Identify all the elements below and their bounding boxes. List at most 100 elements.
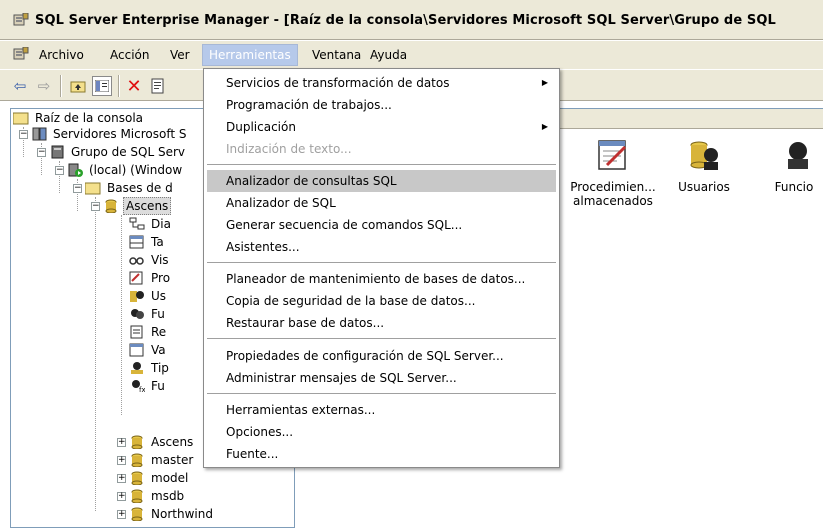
tree-item-label: Ta [151,235,164,249]
expand-toggle[interactable]: + [117,438,126,447]
default-icon [129,343,144,357]
item-stored-procedures[interactable]: Procedimien... almacenados [568,137,658,208]
tree-item-functions[interactable]: fx Fu [129,377,167,395]
menuitem-label: Administrar mensajes de SQL Server... [226,371,457,385]
collapse-toggle[interactable]: − [73,184,82,193]
server-running-icon [68,163,83,177]
tree-item-local-server[interactable]: (local) (Window [67,161,184,179]
forward-arrow-icon[interactable]: ⇨ [34,76,54,96]
menuitem-external-tools[interactable]: Herramientas externas... [207,399,556,421]
function-icon: fx [132,380,145,393]
back-arrow-icon[interactable]: ⇦ [10,76,30,96]
menuitem-sql-profiler[interactable]: Analizador de SQL [207,192,556,214]
tree-item-types[interactable]: Tip [129,359,171,377]
collapse-toggle[interactable]: − [91,202,100,211]
menuitem-backup-database[interactable]: Copia de seguridad de la base de datos..… [207,290,556,312]
tree-item-rules[interactable]: Re [129,323,168,341]
tree-item-defaults[interactable]: Va [129,341,168,359]
tree-item-tables[interactable]: Ta [129,233,166,251]
database-icon [131,435,143,449]
collapse-toggle[interactable]: − [55,166,64,175]
menuitem-dts[interactable]: Servicios de transformación de datos ▶ [207,72,556,94]
tree-item-databases[interactable]: Bases de d [85,179,175,197]
tree-item-database[interactable]: model [129,469,190,487]
tree-item-database[interactable]: Northwind [129,505,215,523]
submenu-arrow-icon: ▶ [541,122,548,131]
menuitem-query-analyzer[interactable]: Analizador de consultas SQL [207,170,556,192]
tree-item-roles[interactable]: Fu [129,305,167,323]
tree-item-label: Ascens [151,435,194,449]
herramientas-menu: Servicios de transformación de datos ▶ Pr… [203,68,560,468]
toolbar-separator [118,75,120,97]
menuitem-label: Generar secuencia de comandos SQL... [226,218,463,232]
up-folder-icon[interactable] [68,76,88,96]
expand-toggle[interactable]: + [117,492,126,501]
tree-item-selected-database[interactable]: Ascens [103,197,172,215]
menuitem-maintenance-planner[interactable]: Planeador de mantenimiento de bases de d… [207,268,556,290]
tree-item-database[interactable]: master [129,451,195,469]
menuitem-label: Herramientas externas... [226,403,376,417]
table-icon [129,235,144,249]
item-label-line2: almacenados [573,194,653,208]
menuitem-restore-database[interactable]: Restaurar base de datos... [207,312,556,334]
tree-item-views[interactable]: Vis [129,251,171,269]
diagram-icon [129,217,145,230]
database-icon [131,507,143,521]
item-roles[interactable]: Funcio [764,137,823,194]
menu-separator [207,164,556,166]
menu-archivo[interactable]: Archivo [33,44,90,66]
tree-line [95,197,96,511]
item-label-line1: Usuarios [678,180,730,194]
tree-item-users[interactable]: Us [129,287,168,305]
tree-item-diagrams[interactable]: Dia [129,215,173,233]
menu-herramientas[interactable]: Herramientas [202,44,298,66]
menu-ayuda[interactable]: Ayuda [364,44,413,66]
tree-item-label: Pro [151,271,171,285]
menuitem-options[interactable]: Opciones... [207,421,556,443]
user-icon [130,291,144,302]
expand-toggle[interactable]: + [117,456,126,465]
tree-item-database[interactable]: msdb [129,487,186,505]
collapse-toggle[interactable]: − [37,148,46,157]
submenu-arrow-icon: ▶ [541,78,548,87]
tree-item-label: Servidores Microsoft S [53,127,187,141]
collapse-toggle[interactable]: − [19,130,28,139]
sql-server-icon[interactable] [13,13,29,27]
menu-accion[interactable]: Acción [104,44,155,66]
menu-ver[interactable]: Ver [164,44,196,66]
tree-item-label: Dia [151,217,171,231]
menu-ventana[interactable]: Ventana [306,44,367,66]
menuitem-generate-script[interactable]: Generar secuencia de comandos SQL... [207,214,556,236]
tree-item-label: (local) (Window [89,163,183,177]
tree-item-label: msdb [151,489,185,503]
expand-toggle[interactable]: + [117,510,126,519]
menuitem-replication[interactable]: Duplicación ▶ [207,116,556,138]
delete-icon[interactable]: ✕ [124,76,144,97]
menuitem-font[interactable]: Fuente... [207,443,556,465]
menuitem-job-scheduling[interactable]: Programación de trabajos... [207,94,556,116]
tree-item-servers[interactable]: Servidores Microsoft S [31,125,189,143]
show-tree-icon[interactable] [92,76,112,96]
properties-icon[interactable] [148,76,168,96]
menuitem-label: Opciones... [226,425,294,439]
menuitem-wizards[interactable]: Asistentes... [207,236,556,258]
tree-item-procedures[interactable]: Pro [129,269,172,287]
child-window-icon[interactable] [13,47,29,61]
tree-item-server-group[interactable]: Grupo de SQL Serv [49,143,187,161]
menuitem-label: Propiedades de configuración de SQL Serv… [226,349,504,363]
menuitem-label: Copia de seguridad de la base de datos..… [226,294,476,308]
rule-icon [130,325,143,339]
menuitem-server-configuration[interactable]: Propiedades de configuración de SQL Serv… [207,345,556,367]
tree-item-label: Vis [151,253,169,267]
tree-item-label: Grupo de SQL Serv [71,145,186,159]
tree-item-database[interactable]: Ascens [129,433,195,451]
tree-item-label: Tip [151,361,169,375]
expand-toggle[interactable]: + [117,474,126,483]
view-icon [129,257,144,265]
menu-separator [207,262,556,264]
menuitem-label: Programación de trabajos... [226,98,392,112]
tree-item-label: Bases de d [107,181,173,195]
item-users[interactable]: Usuarios [669,137,739,194]
menuitem-manage-messages[interactable]: Administrar mensajes de SQL Server... [207,367,556,389]
menuitem-label: Analizador de SQL [226,196,336,210]
